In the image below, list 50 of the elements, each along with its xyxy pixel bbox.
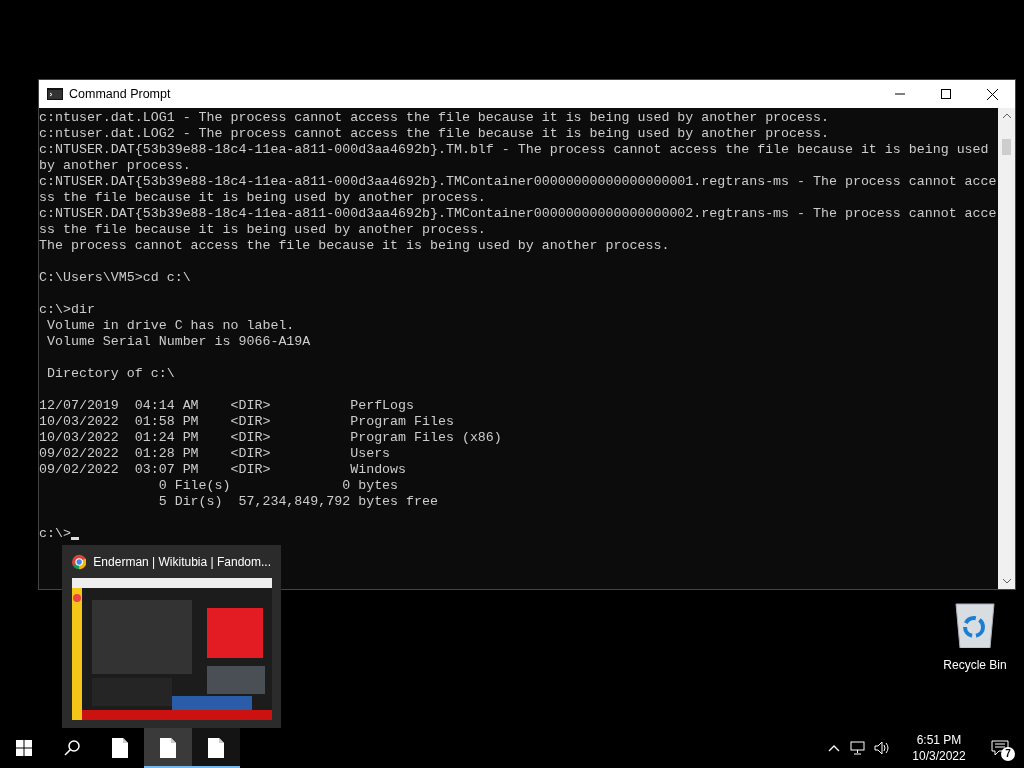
- browser-icon: [72, 553, 87, 570]
- notification-button[interactable]: 7: [982, 728, 1018, 768]
- console-line: 10/03/2022 01:24 PM <DIR> Program Files (x86): [39, 430, 502, 446]
- speaker-icon[interactable]: [874, 741, 890, 755]
- console-line: by another process.: [39, 158, 191, 174]
- console-line: 09/02/2022 01:28 PM <DIR> Users: [39, 446, 391, 462]
- document-icon: [208, 738, 224, 758]
- clock-date: 10/3/2022: [912, 748, 966, 764]
- console-line: The process cannot access the file because it is being used by another process.: [39, 238, 670, 254]
- console-line: Directory of c:\: [45, 366, 175, 382]
- console-line: ss the file because it is being used by another process.: [39, 222, 486, 238]
- document-icon: [160, 738, 176, 758]
- console-line: c:ntuser.dat.LOG2 - The process cannot access the file because it is being used by another process.: [39, 126, 829, 142]
- document-icon: [112, 738, 128, 758]
- window-preview[interactable]: Enderman | Wikitubia | Fandom...: [62, 545, 281, 728]
- console-line: c:ntuser.dat.LOG1 - The process cannot access the file because it is being used by another process.: [39, 110, 829, 126]
- console-line: C:\Users\VM5>cd c:\: [39, 270, 191, 286]
- console-line: c:NTUSER.DAT{53b39e88-18c4-11ea-a811-000d3aa4692b}.TMContainer00000000000000000001.regtrans-ms - The process cannot acce: [39, 174, 997, 190]
- console-line: Volume Serial Number is 9066-A19A: [45, 334, 311, 350]
- console-line: 12/07/2019 04:14 AM <DIR> PerfLogs: [39, 398, 415, 414]
- desktop-icon-label[interactable]: Recycle Bin: [943, 656, 1007, 674]
- close-icon: [986, 88, 998, 100]
- console-line: Volume in drive C has no label.: [45, 318, 295, 334]
- console-line: 5 Dir(s) 57,234,849,792 bytes free: [157, 494, 438, 510]
- console-line: ss the file because it is being used by another process.: [39, 190, 486, 206]
- window-title: Command Prompt: [69, 85, 171, 103]
- console-icon: [47, 88, 63, 100]
- notification-icon: [991, 740, 1009, 756]
- console-line: c:NTUSER.DAT{53b39e88-18c4-11ea-a811-000d3aa4692b}.TMContainer00000000000000000002.regtrans-ms - The process cannot acce: [39, 206, 997, 222]
- windows-logo-icon: [16, 740, 32, 756]
- console-line: 09/02/2022 03:07 PM <DIR> Windows: [39, 462, 407, 478]
- maximize-icon: [941, 89, 951, 99]
- console-line: 0 File(s) 0 bytes: [157, 478, 399, 494]
- cursor: [70, 537, 79, 540]
- scrollbar-thumb[interactable]: [1002, 139, 1011, 155]
- console-line: 10/03/2022 01:58 PM <DIR> Program Files: [39, 414, 454, 430]
- taskbar-app[interactable]: [192, 728, 240, 768]
- network-icon[interactable]: [850, 741, 866, 755]
- console-line: c:NTUSER.DAT{53b39e88-18c4-11ea-a811-000d3aa4692b}.TM.blf - The process cannot access the file because it is being used: [39, 142, 989, 158]
- preview-title: Enderman | Wikitubia | Fandom...: [93, 553, 271, 571]
- scrollbar[interactable]: [998, 108, 1015, 589]
- taskbar-app[interactable]: [144, 728, 192, 768]
- console-line: c:\>: [39, 526, 71, 542]
- clock[interactable]: 6:51 PM 10/3/2022: [904, 732, 974, 764]
- search-icon: [64, 740, 80, 756]
- notification-count: 7: [1001, 747, 1015, 761]
- recycle-bin-icon[interactable]: [953, 600, 997, 648]
- clock-time: 6:51 PM: [916, 732, 962, 748]
- chevron-up-icon[interactable]: [828, 744, 840, 752]
- console-line: c:\>dir: [39, 302, 95, 318]
